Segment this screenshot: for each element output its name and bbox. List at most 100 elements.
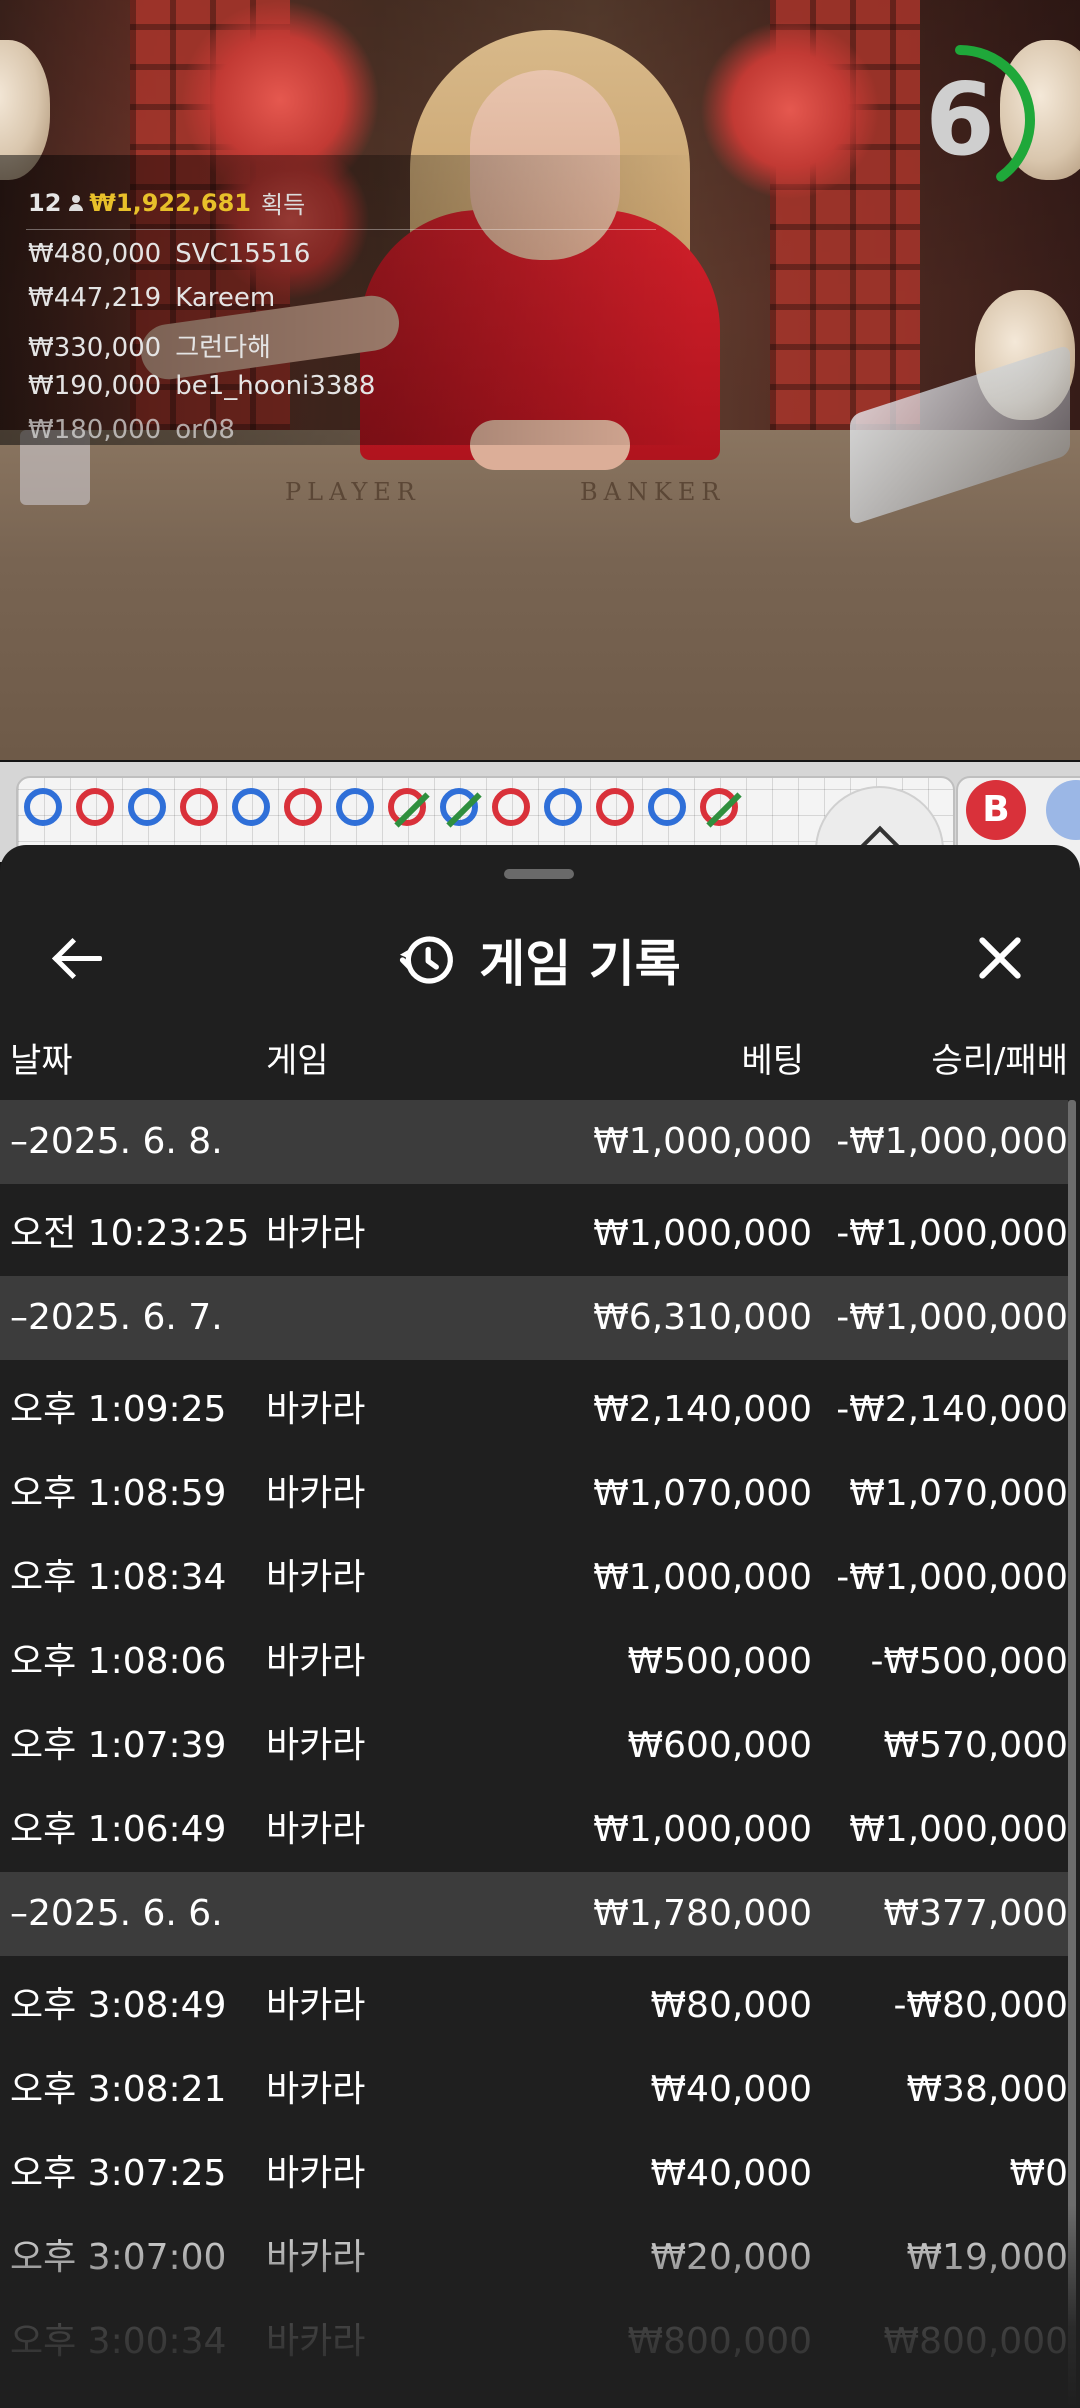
- row-game: 바카라: [266, 1389, 366, 1430]
- row-game: 바카라: [266, 2237, 366, 2278]
- tie-mark: [706, 792, 742, 828]
- row-date: 오후 1:09:25: [10, 1389, 227, 1430]
- player-count: 12: [28, 188, 62, 217]
- game-row: 오후 3:08:49 바카라 ₩80,000 -₩80,000: [0, 1964, 1068, 2048]
- row-bet: ₩2,140,000: [593, 1389, 812, 1430]
- entry-name: be1_hooni3388: [175, 371, 376, 401]
- player-bead: [544, 788, 582, 826]
- row-bet: ₩1,070,000: [593, 1473, 812, 1514]
- row-winloss: ₩19,000: [906, 2237, 1068, 2278]
- game-row: 오후 3:08:21 바카라 ₩40,000 ₩38,000: [0, 2048, 1068, 2132]
- row-winloss: -₩2,140,000: [836, 1389, 1068, 1430]
- banker-predict-button[interactable]: B: [966, 780, 1026, 840]
- row-bet: ₩80,000: [650, 1985, 812, 2026]
- row-game: 바카라: [266, 2153, 366, 2194]
- game-row: 오후 3:07:00 바카라 ₩20,000 ₩19,000: [0, 2216, 1068, 2300]
- row-winloss: -₩1,000,000: [836, 1297, 1068, 1338]
- player-bead: [128, 788, 166, 826]
- row-winloss: ₩800,000: [883, 2321, 1068, 2362]
- game-row: 오후 1:09:25 바카라 ₩2,140,000 -₩2,140,000: [0, 1368, 1068, 1452]
- row-game: 바카라: [266, 1213, 366, 1254]
- player-bead: [24, 788, 62, 826]
- game-row: 오전 10:23:25 바카라 ₩1,000,000 -₩1,000,000: [0, 1192, 1068, 1276]
- column-header-game: 게임: [266, 1041, 329, 1081]
- player-bead: [336, 788, 374, 826]
- scrollbar[interactable]: [1068, 1100, 1076, 2408]
- sheet-drag-handle[interactable]: [504, 869, 574, 879]
- date-group-row[interactable]: –2025. 6. 6. ₩1,780,000 ₩377,000: [0, 1872, 1068, 1956]
- entry-amount: ₩180,000: [28, 415, 162, 445]
- banker-bead: [700, 788, 742, 828]
- row-bet: ₩6,310,000: [593, 1297, 812, 1338]
- game-row: 오후 3:07:25 바카라 ₩40,000 ₩0: [0, 2132, 1068, 2216]
- row-date: –2025. 6. 7.: [10, 1297, 223, 1338]
- player-bead: [648, 788, 686, 826]
- back-button[interactable]: [40, 923, 120, 993]
- row-bet: ₩800,000: [627, 2321, 812, 2362]
- leaderboard-entry: ₩480,000 SVC15516: [28, 239, 310, 269]
- row-winloss: ₩1,000,000: [849, 1809, 1068, 1850]
- column-header-date: 날짜: [10, 1041, 73, 1081]
- timer-seconds: 6: [925, 61, 995, 178]
- row-winloss: ₩0: [1009, 2153, 1069, 2194]
- row-bet: ₩1,000,000: [593, 1121, 812, 1162]
- tie-mark: [394, 792, 430, 828]
- sheet-header: 게임 기록: [0, 905, 1080, 1015]
- leaderboard-entry: ₩190,000 be1_hooni3388: [28, 371, 375, 401]
- banker-bead: [388, 788, 430, 828]
- row-winloss: -₩80,000: [893, 1985, 1068, 2026]
- row-date: –2025. 6. 8.: [10, 1121, 223, 1162]
- row-game: 바카라: [266, 1985, 366, 2026]
- row-bet: ₩1,000,000: [593, 1213, 812, 1254]
- leaderboard-entry: ₩447,219 Kareem: [28, 283, 275, 313]
- countdown-timer: 6: [880, 40, 1040, 200]
- date-group-row[interactable]: –2025. 6. 8. ₩1,000,000 -₩1,000,000: [0, 1100, 1068, 1184]
- date-group-row[interactable]: –2025. 6. 7. ₩6,310,000 -₩1,000,000: [0, 1276, 1068, 1360]
- banker-bead: [596, 788, 634, 826]
- entry-name: 그런다해: [175, 333, 271, 363]
- title-group: 게임 기록: [0, 905, 1080, 1015]
- game-row: 오후 1:08:59 바카라 ₩1,070,000 ₩1,070,000: [0, 1452, 1068, 1536]
- win-label: 획득: [261, 191, 306, 219]
- row-winloss: -₩500,000: [870, 1641, 1068, 1682]
- live-video-feed: PLAYER BANKER 12 ₩1,922,681 획득 ₩480,000 S…: [0, 0, 1080, 760]
- row-date: 오후 3:07:00: [10, 2237, 227, 2278]
- row-date: 오후 1:08:34: [10, 1557, 227, 1598]
- row-bet: ₩600,000: [627, 1725, 812, 1766]
- leaderboard-header: 12 ₩1,922,681 획득: [28, 185, 305, 220]
- row-winloss: ₩377,000: [883, 1893, 1068, 1934]
- entry-amount: ₩447,219: [28, 283, 162, 313]
- column-header-winloss: 승리/패배: [931, 1041, 1068, 1081]
- player-bead: [440, 788, 482, 828]
- close-button[interactable]: [966, 923, 1036, 993]
- row-date: 오후 1:08:06: [10, 1641, 227, 1682]
- tie-mark: [446, 792, 482, 828]
- leaderboard-entry: ₩180,000 or08: [28, 415, 235, 445]
- row-date: 오후 3:08:21: [10, 2069, 227, 2110]
- game-row: 오후 3:00:34 바카라 ₩800,000 ₩800,000: [0, 2300, 1068, 2384]
- arrow-left-icon-head: [51, 937, 94, 980]
- winners-leaderboard: 12 ₩1,922,681 획득 ₩480,000 SVC15516 ₩447,2…: [0, 155, 700, 445]
- table-label-banker: BANKER: [580, 478, 726, 506]
- game-row: 오후 1:08:34 바카라 ₩1,000,000 -₩1,000,000: [0, 1536, 1068, 1620]
- total-win: ₩1,922,681: [89, 188, 252, 217]
- entry-name: or08: [175, 415, 235, 445]
- entry-name: SVC15516: [175, 239, 311, 269]
- game-row: 오후 1:07:39 바카라 ₩600,000 ₩570,000: [0, 1704, 1068, 1788]
- row-winloss: -₩1,000,000: [836, 1213, 1068, 1254]
- banker-bead: [180, 788, 218, 826]
- table-label-player: PLAYER: [285, 478, 421, 506]
- row-date: 오후 3:07:25: [10, 2153, 227, 2194]
- row-winloss: ₩570,000: [883, 1725, 1068, 1766]
- row-bet: ₩1,780,000: [593, 1893, 812, 1934]
- row-date: 오후 1:06:49: [10, 1809, 227, 1850]
- row-bet: ₩40,000: [650, 2069, 812, 2110]
- entry-amount: ₩190,000: [28, 371, 162, 401]
- row-winloss: ₩1,070,000: [849, 1473, 1068, 1514]
- person-icon: [69, 194, 84, 211]
- row-date: 오후 3:08:49: [10, 1985, 227, 2026]
- column-header-bet: 베팅: [741, 1041, 804, 1081]
- row-date: –2025. 6. 6.: [10, 1893, 223, 1934]
- row-winloss: -₩1,000,000: [836, 1557, 1068, 1598]
- row-bet: ₩40,000: [650, 2153, 812, 2194]
